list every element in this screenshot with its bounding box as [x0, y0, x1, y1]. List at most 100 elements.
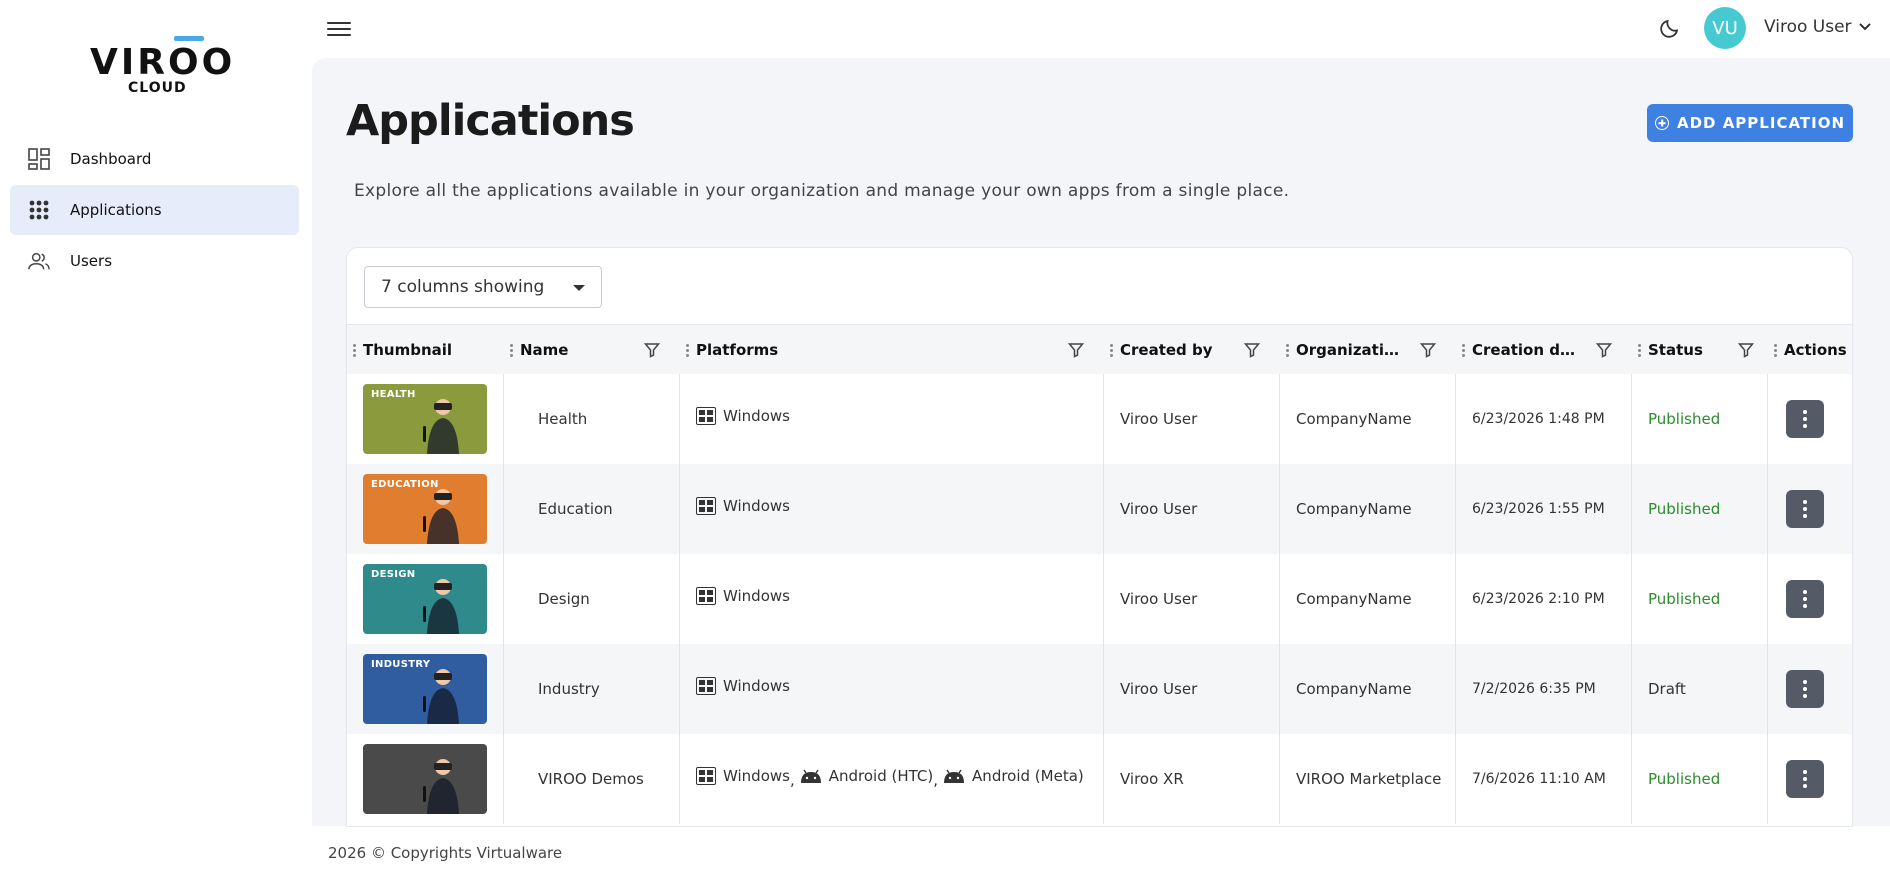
created-by: Viroo User: [1120, 680, 1198, 698]
status-badge: Published: [1648, 770, 1721, 788]
sidebar-item-users[interactable]: Users: [10, 236, 299, 286]
vr-person-illustration: [423, 579, 459, 634]
creation-date-cell: 7/2/2026 6:35 PM: [1456, 644, 1632, 734]
viroo-logo[interactable]: VIROO CLOUD: [90, 34, 232, 96]
created-by: Viroo User: [1120, 500, 1198, 518]
platform-label: Windows: [723, 497, 790, 515]
app-name[interactable]: Design: [538, 590, 590, 608]
creation-date-cell: 7/6/2026 11:10 AM: [1456, 734, 1632, 824]
column-header-label: Actions: [1784, 341, 1847, 359]
windows-icon: [696, 767, 716, 785]
row-actions-button[interactable]: [1786, 400, 1824, 438]
name-cell: VIROO Demos: [504, 734, 680, 824]
app-name[interactable]: Industry: [538, 680, 600, 698]
app-name[interactable]: VIROO Demos: [538, 770, 644, 788]
sidebar: VIROO CLOUD Dashboard Applications Users: [0, 0, 310, 883]
android-icon: [799, 769, 823, 783]
filter-icon[interactable]: [1738, 342, 1754, 358]
drag-handle-icon[interactable]: [1638, 344, 1641, 357]
table-row[interactable]: EDUCATION Education Windows Viroo User C…: [347, 464, 1852, 554]
creation-date: 6/23/2026 1:48 PM: [1472, 411, 1605, 427]
drag-handle-icon[interactable]: [1286, 344, 1289, 357]
windows-icon: [696, 677, 716, 695]
add-application-button[interactable]: ADD APPLICATION: [1647, 104, 1853, 142]
columns-select[interactable]: 7 columns showing: [364, 266, 602, 308]
app-name[interactable]: Education: [538, 500, 613, 518]
actions-cell: [1768, 464, 1852, 554]
app-thumbnail[interactable]: [363, 744, 487, 814]
platform-separator: ,: [789, 771, 795, 789]
dark-mode-toggle[interactable]: [1658, 16, 1682, 40]
table-row[interactable]: DESIGN Design Windows Viroo User Company…: [347, 554, 1852, 644]
status-cell: Published: [1632, 374, 1768, 464]
row-actions-button[interactable]: [1786, 490, 1824, 528]
actions-cell: [1768, 374, 1852, 464]
filter-icon[interactable]: [644, 342, 660, 358]
created-by-cell: Viroo User: [1104, 644, 1280, 734]
drag-handle-icon[interactable]: [1774, 344, 1777, 357]
organization-cell: CompanyName: [1280, 644, 1456, 734]
organization: CompanyName: [1296, 590, 1412, 608]
thumbnail-label: HEALTH: [371, 389, 416, 400]
filter-icon[interactable]: [1420, 342, 1436, 358]
table-row[interactable]: HEALTH Health Windows Viroo User Company…: [347, 374, 1852, 464]
app-thumbnail[interactable]: EDUCATION: [363, 474, 487, 544]
platform-label: Android (Meta): [972, 767, 1084, 785]
name-cell: Education: [504, 464, 680, 554]
organization: CompanyName: [1296, 500, 1412, 518]
row-actions-button[interactable]: [1786, 580, 1824, 618]
drag-handle-icon[interactable]: [353, 344, 356, 357]
platform-list: Windows: [696, 677, 790, 695]
table-row[interactable]: VIROO Demos Windows, Android (HTC), Androi…: [347, 734, 1852, 824]
row-actions-button[interactable]: [1786, 760, 1824, 798]
sidebar-nav: Dashboard Applications Users: [10, 134, 299, 287]
sidebar-item-applications[interactable]: Applications: [10, 185, 299, 235]
status-cell: Published: [1632, 554, 1768, 644]
row-actions-button[interactable]: [1786, 670, 1824, 708]
filter-icon[interactable]: [1596, 342, 1612, 358]
app-thumbnail[interactable]: HEALTH: [363, 384, 487, 454]
app-thumbnail[interactable]: INDUSTRY: [363, 654, 487, 724]
hamburger-icon: [327, 22, 351, 24]
platform-label: Android (HTC): [828, 767, 934, 785]
drag-handle-icon[interactable]: [1462, 344, 1465, 357]
chevron-down-icon: [1858, 23, 1871, 31]
menu-toggle-button[interactable]: [327, 18, 351, 38]
created-by: Viroo User: [1120, 410, 1198, 428]
filter-icon[interactable]: [1068, 342, 1084, 358]
kebab-icon: [1803, 410, 1807, 414]
name-cell: Health: [504, 374, 680, 464]
table-header: Thumbnail Name Platforms Created by Orga…: [347, 324, 1852, 375]
platform-list: Windows: [696, 587, 790, 605]
logo-accent-bar: [174, 36, 204, 41]
filter-icon[interactable]: [1244, 342, 1260, 358]
column-header-organization[interactable]: Organizati…: [1280, 325, 1456, 375]
platform-list: Windows: [696, 497, 790, 515]
column-header-created-by[interactable]: Created by: [1104, 325, 1280, 375]
app-name[interactable]: Health: [538, 410, 587, 428]
actions-cell: [1768, 734, 1852, 824]
organization-cell: VIROO Marketplace: [1280, 734, 1456, 824]
column-header-creation-date[interactable]: Creation d…: [1456, 325, 1632, 375]
drag-handle-icon[interactable]: [686, 344, 689, 357]
drag-handle-icon[interactable]: [510, 344, 513, 357]
table-row[interactable]: INDUSTRY Industry Windows Viroo User Com…: [347, 644, 1852, 734]
user-menu[interactable]: Viroo User: [1764, 17, 1872, 37]
app-thumbnail[interactable]: DESIGN: [363, 564, 487, 634]
thumbnail-cell: EDUCATION: [347, 464, 504, 554]
caret-down-icon: [573, 285, 585, 291]
avatar[interactable]: VU: [1704, 7, 1746, 49]
column-header-platforms[interactable]: Platforms: [680, 325, 1104, 375]
sidebar-item-dashboard[interactable]: Dashboard: [10, 134, 299, 184]
platform-label: Windows: [723, 407, 790, 425]
column-header-name[interactable]: Name: [504, 325, 680, 375]
column-header-thumbnail[interactable]: Thumbnail: [347, 325, 504, 375]
column-header-label: Status: [1648, 341, 1703, 359]
column-header-status[interactable]: Status: [1632, 325, 1768, 375]
plus-circle-icon: [1654, 116, 1669, 130]
kebab-icon: [1803, 590, 1807, 594]
users-icon: [28, 250, 50, 272]
column-header-label: Thumbnail: [363, 341, 453, 359]
drag-handle-icon[interactable]: [1110, 344, 1113, 357]
organization: CompanyName: [1296, 680, 1412, 698]
